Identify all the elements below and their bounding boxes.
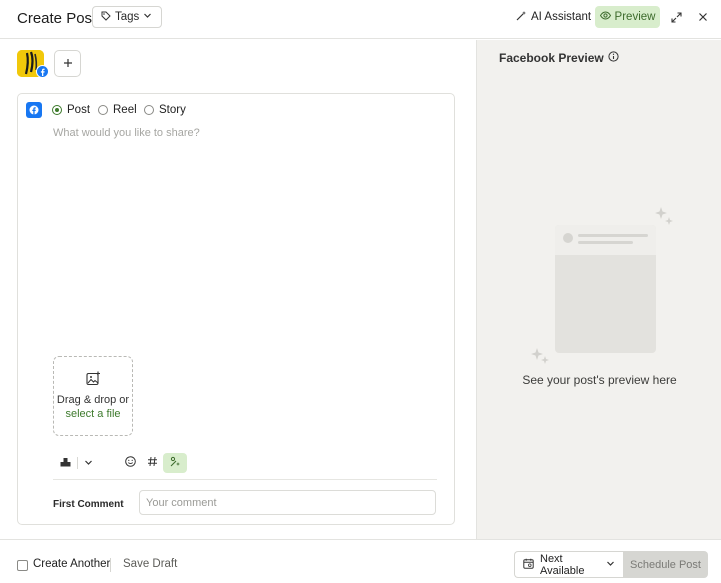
editor-toolbar — [53, 453, 437, 475]
add-account-button[interactable] — [54, 50, 81, 77]
preview-placeholder-illustration — [527, 205, 677, 365]
next-available-dropdown[interactable]: Next Available — [514, 551, 623, 578]
footer-divider — [110, 558, 111, 572]
schedule-post-button[interactable]: Schedule Post — [623, 551, 708, 578]
chevron-down-icon — [84, 456, 93, 470]
post-type-post[interactable]: Post — [52, 104, 90, 116]
avatar[interactable] — [17, 50, 49, 78]
post-type-label: Post — [67, 104, 91, 116]
magic-wand-icon — [516, 10, 527, 24]
media-library-button[interactable] — [57, 453, 73, 473]
tag-icon — [101, 11, 111, 24]
post-text-input[interactable]: What would you like to share? — [53, 127, 443, 147]
preview-panel-title: Facebook Preview — [499, 51, 619, 65]
facebook-badge-icon — [36, 65, 49, 78]
tags-label: Tags — [115, 11, 140, 23]
tags-button[interactable]: Tags — [92, 6, 163, 28]
post-type-label: Reel — [113, 104, 137, 116]
plus-icon — [63, 55, 73, 73]
emoji-button[interactable] — [122, 453, 138, 473]
dropzone-text: Drag & drop or — [56, 394, 130, 406]
chevron-down-icon — [143, 11, 152, 23]
first-comment-input[interactable] — [139, 490, 436, 515]
preview-button[interactable]: Preview — [595, 6, 660, 28]
create-another-label[interactable]: Create Another — [33, 558, 110, 570]
preview-label: Preview — [614, 11, 656, 23]
select-file-link[interactable]: select a file — [65, 408, 120, 420]
stamp-icon — [60, 456, 71, 470]
header: Create Post Tags AI Assistant Preview — [0, 0, 721, 39]
radio-selected-icon — [52, 105, 62, 115]
toolbar-divider — [77, 457, 78, 469]
preview-panel: Facebook Preview See your post's preview… — [476, 40, 721, 539]
first-comment-label: First Comment — [53, 499, 124, 510]
post-type-story[interactable]: Story — [144, 104, 186, 116]
calendar-icon — [523, 558, 534, 572]
next-available-label: Next Available — [540, 552, 585, 577]
hashtag-icon — [147, 456, 158, 470]
radio-icon — [144, 105, 154, 115]
info-icon[interactable] — [608, 51, 619, 65]
toolbar-separator — [53, 479, 437, 480]
footer: Create Another Save Draft Next Available… — [0, 539, 721, 583]
post-editor-card: Post Reel Story What would you like to s… — [17, 93, 455, 525]
eye-icon — [599, 10, 611, 24]
editor-panel: Post Reel Story What would you like to s… — [0, 40, 476, 539]
media-dropdown-button[interactable] — [81, 453, 95, 473]
save-draft-button[interactable]: Save Draft — [123, 558, 177, 570]
emoji-icon — [124, 456, 136, 470]
media-dropzone[interactable]: Drag & drop or select a file — [53, 356, 133, 436]
post-type-label: Story — [159, 104, 186, 116]
image-plus-icon — [85, 371, 101, 389]
page-title: Create Post — [17, 10, 97, 27]
ai-sparkle-icon — [170, 456, 181, 470]
post-type-reel[interactable]: Reel — [98, 104, 137, 116]
expand-icon[interactable] — [668, 9, 684, 25]
hashtag-button[interactable] — [144, 453, 160, 473]
chevron-down-icon — [606, 559, 615, 571]
facebook-icon — [26, 102, 42, 118]
ai-assistant-button[interactable]: AI Assistant — [510, 7, 597, 27]
close-icon[interactable] — [695, 9, 711, 25]
ai-assistant-label: AI Assistant — [531, 11, 592, 23]
ai-tool-button[interactable] — [163, 453, 187, 473]
preview-title-text: Facebook Preview — [499, 51, 604, 65]
preview-empty-text: See your post's preview here — [522, 373, 677, 387]
radio-icon — [98, 105, 108, 115]
create-another-checkbox[interactable] — [17, 560, 28, 571]
